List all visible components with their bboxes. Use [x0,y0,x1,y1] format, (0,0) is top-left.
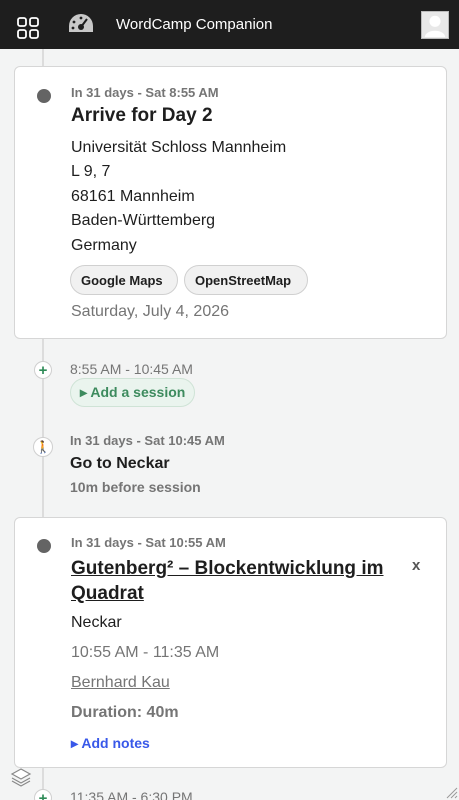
google-maps-button[interactable]: Google Maps [70,265,178,295]
remove-session-button[interactable]: x [412,557,420,574]
speaker-link[interactable]: Bernhard Kau [71,674,170,692]
event-date: Saturday, July 4, 2026 [71,303,230,320]
address-line: Universität Schloss Mannheim [71,139,287,156]
add-notes-button[interactable]: ▸ Add notes [71,735,150,752]
session-room: Neckar [71,614,122,631]
session-time: 10:55 AM - 11:35 AM [71,644,220,661]
timeline-dot [37,539,51,553]
dashboard-gauge-icon[interactable] [67,12,95,38]
timeline-dot [37,89,51,103]
free-time-range: 11:35 AM - 6:30 PM [70,789,193,800]
address-line: L 9, 7 [71,163,111,180]
free-time-range: 8:55 AM - 10:45 AM [70,361,193,377]
session-card: In 31 days - Sat 10:55 AM Gutenberg² – B… [14,517,447,768]
add-session-plus-icon[interactable]: + [34,361,52,379]
app-title: WordCamp Companion [116,16,273,33]
travel-title: Go to Neckar [70,455,170,472]
openstreetmap-button[interactable]: OpenStreetMap [184,265,308,295]
session-title-link[interactable]: Gutenberg² – Blockentwicklung im Quadrat [71,556,401,606]
event-title: Arrive for Day 2 [71,105,213,126]
grid-icon[interactable] [17,17,39,39]
event-meta: In 31 days - Sat 8:55 AM [71,85,219,100]
session-duration: Duration: 40m [71,704,179,721]
travel-meta: In 31 days - Sat 10:45 AM [70,433,225,448]
travel-subtitle: 10m before session [70,479,201,495]
layers-icon[interactable] [10,766,32,788]
arrival-card: In 31 days - Sat 8:55 AM Arrive for Day … [14,66,447,339]
address-line: 68161 Mannheim [71,188,195,205]
address-line: Baden-Württemberg [71,212,216,229]
walking-person-icon: 🚶 [33,437,53,457]
resize-handle-icon[interactable] [444,785,458,799]
session-meta: In 31 days - Sat 10:55 AM [71,535,226,550]
top-bar: WordCamp Companion [0,0,459,49]
add-session-plus-icon[interactable]: + [34,789,52,800]
address-line: Germany [71,237,137,254]
add-session-button[interactable]: ▸ Add a session [70,378,195,407]
user-avatar-icon[interactable] [421,11,449,39]
